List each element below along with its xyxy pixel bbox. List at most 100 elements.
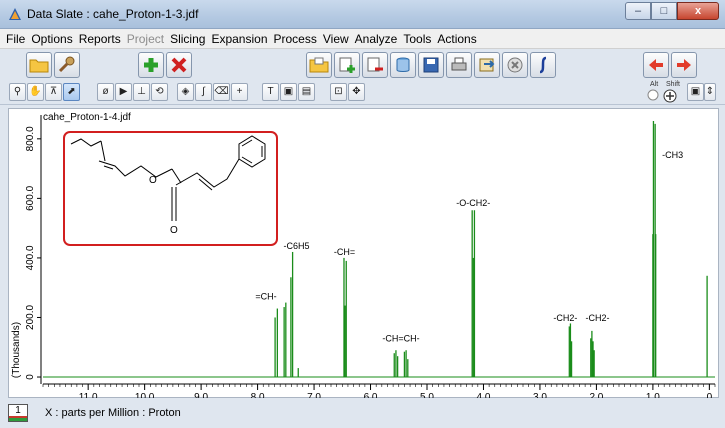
tools-button[interactable] — [54, 52, 80, 78]
eraser-icon: ⌫ — [214, 86, 229, 97]
box-button[interactable]: ▤ — [298, 83, 315, 101]
y-tick-label: 600.0 — [25, 185, 36, 210]
remove-data-icon — [367, 57, 383, 72]
peak-icon: ⊼ — [49, 86, 58, 97]
menu-file[interactable]: File — [6, 32, 25, 46]
peak-annotation: -CH2- — [553, 313, 577, 323]
eraser-button[interactable]: ⌫ — [213, 83, 230, 101]
menu-view[interactable]: View — [323, 32, 349, 46]
peak-annotation: -CH3 — [662, 150, 683, 160]
box-icon: ▤ — [301, 86, 312, 97]
frame-button[interactable]: ▣ — [280, 83, 297, 101]
remove-data-button[interactable] — [362, 52, 388, 78]
structure-inset: O O — [63, 131, 278, 246]
zoom-button[interactable]: ⚲ — [9, 83, 26, 101]
database-icon — [396, 57, 410, 72]
open-file-button[interactable] — [306, 52, 332, 78]
diamond-button[interactable]: ◈ — [177, 83, 194, 101]
cursor-icon: ⬈ — [67, 86, 76, 97]
x-icon — [171, 57, 187, 73]
crosshair-button[interactable]: + — [231, 83, 248, 101]
shift-toggle-icon[interactable] — [663, 89, 677, 103]
previous-button[interactable] — [643, 52, 669, 78]
close-button[interactable]: x — [677, 2, 719, 20]
move-button[interactable]: ✥ — [348, 83, 365, 101]
delete-button[interactable] — [166, 52, 192, 78]
export-icon — [479, 58, 495, 72]
phi-icon: ø — [102, 86, 109, 97]
peak-annotation: -CH2- — [586, 313, 610, 323]
tools-icon — [58, 56, 75, 73]
window-controls: – □ x — [625, 2, 719, 20]
baseline-icon: ⊥ — [137, 86, 146, 97]
menu-slicing[interactable]: Slicing — [170, 32, 205, 46]
updown-icon: ⇕ — [705, 86, 715, 97]
spin-button[interactable]: ⇕ — [704, 83, 716, 101]
reference-button[interactable]: ⟲ — [151, 83, 168, 101]
next-button[interactable] — [671, 52, 697, 78]
peak-annotation: =CH- — [255, 292, 276, 302]
cancel-button[interactable] — [502, 52, 528, 78]
shift-label: Shift — [666, 81, 681, 88]
app-icon — [9, 8, 21, 20]
peak-pick-button[interactable]: ⊼ — [45, 83, 62, 101]
maximize-button[interactable]: □ — [651, 2, 677, 20]
menu-reports[interactable]: Reports — [79, 32, 121, 46]
menu-process[interactable]: Process — [274, 32, 317, 46]
frame-icon: ▣ — [283, 86, 294, 97]
minimize-button[interactable]: – — [625, 2, 651, 20]
database-button[interactable] — [390, 52, 416, 78]
title-bar: Data Slate : cahe_Proton-1-3.jdf – □ x — [0, 0, 725, 29]
open-folder-icon — [309, 57, 329, 73]
integrate-button[interactable] — [530, 52, 556, 78]
arrow-right-icon — [677, 59, 691, 71]
pan-button[interactable]: ✋ — [27, 83, 44, 101]
print-button[interactable] — [446, 52, 472, 78]
peak-annotation: -CH= — [334, 247, 355, 257]
open-folder-button[interactable] — [26, 52, 52, 78]
arrow-left-icon — [649, 59, 663, 71]
menu-analyze[interactable]: Analyze — [355, 32, 398, 46]
add-data-button[interactable] — [334, 52, 360, 78]
select-button[interactable]: ⬈ — [63, 83, 80, 101]
y-tick-label: 200.0 — [25, 305, 36, 330]
integral-icon — [539, 56, 547, 74]
main-toolbar — [0, 49, 725, 81]
spectrum-chart[interactable]: cahe_Proton-1-4.jdf 11.0 10.0 9.0 8.0 7.0 6.0… — [9, 109, 720, 399]
structure-oxygen-label: O — [170, 225, 178, 236]
dot-box-button[interactable]: ⊡ — [330, 83, 347, 101]
view-toolbar: ⚲ ✋ ⊼ ⬈ ø ▶ ⊥ ⟲ ◈ ∫ ⌫ + T ▣ ▤ ⊡ ✥ Alt Sh… — [0, 81, 725, 105]
page-indicator[interactable]: 1 — [8, 404, 28, 422]
window-title: Data Slate : cahe_Proton-1-3.jdf — [27, 7, 199, 21]
menu-tools[interactable]: Tools — [403, 32, 431, 46]
alt-toggle-icon[interactable] — [647, 89, 659, 101]
status-bar: 1 X : parts per Million : Proton — [0, 398, 725, 428]
y-tick-label: 0 — [25, 374, 36, 380]
spectrum-plot[interactable]: cahe_Proton-1-4.jdf 11.0 10.0 9.0 8.0 7.0 6.0… — [8, 108, 720, 399]
alt-label: Alt — [650, 81, 659, 88]
baseline-button[interactable]: ⊥ — [133, 83, 150, 101]
integral-tool-button[interactable]: ∫ — [195, 83, 212, 101]
export-button[interactable] — [474, 52, 500, 78]
menu-actions[interactable]: Actions — [437, 32, 476, 46]
cancel-circle-icon — [507, 57, 523, 73]
plus-icon — [144, 58, 158, 72]
dot-box-icon: ⊡ — [334, 86, 343, 97]
menu-project[interactable]: Project — [127, 32, 164, 46]
magnifier-icon: ⚲ — [13, 86, 22, 97]
menu-options[interactable]: Options — [31, 32, 72, 46]
save-button[interactable] — [418, 52, 444, 78]
save-icon — [423, 57, 439, 73]
add-button[interactable] — [138, 52, 164, 78]
text-icon: T — [267, 86, 274, 97]
text-button[interactable]: T — [262, 83, 279, 101]
menu-bar: File Options Reports Project Slicing Exp… — [0, 29, 725, 49]
phase-button[interactable]: ø — [97, 83, 114, 101]
pointer-button[interactable]: ▶ — [115, 83, 132, 101]
printer-icon — [451, 57, 467, 71]
integral-small-icon: ∫ — [202, 86, 205, 97]
display-mode-button[interactable]: ▣ — [687, 83, 704, 101]
menu-expansion[interactable]: Expansion — [211, 32, 267, 46]
page-number: 1 — [15, 405, 21, 416]
hand-icon: ✋ — [29, 86, 42, 97]
